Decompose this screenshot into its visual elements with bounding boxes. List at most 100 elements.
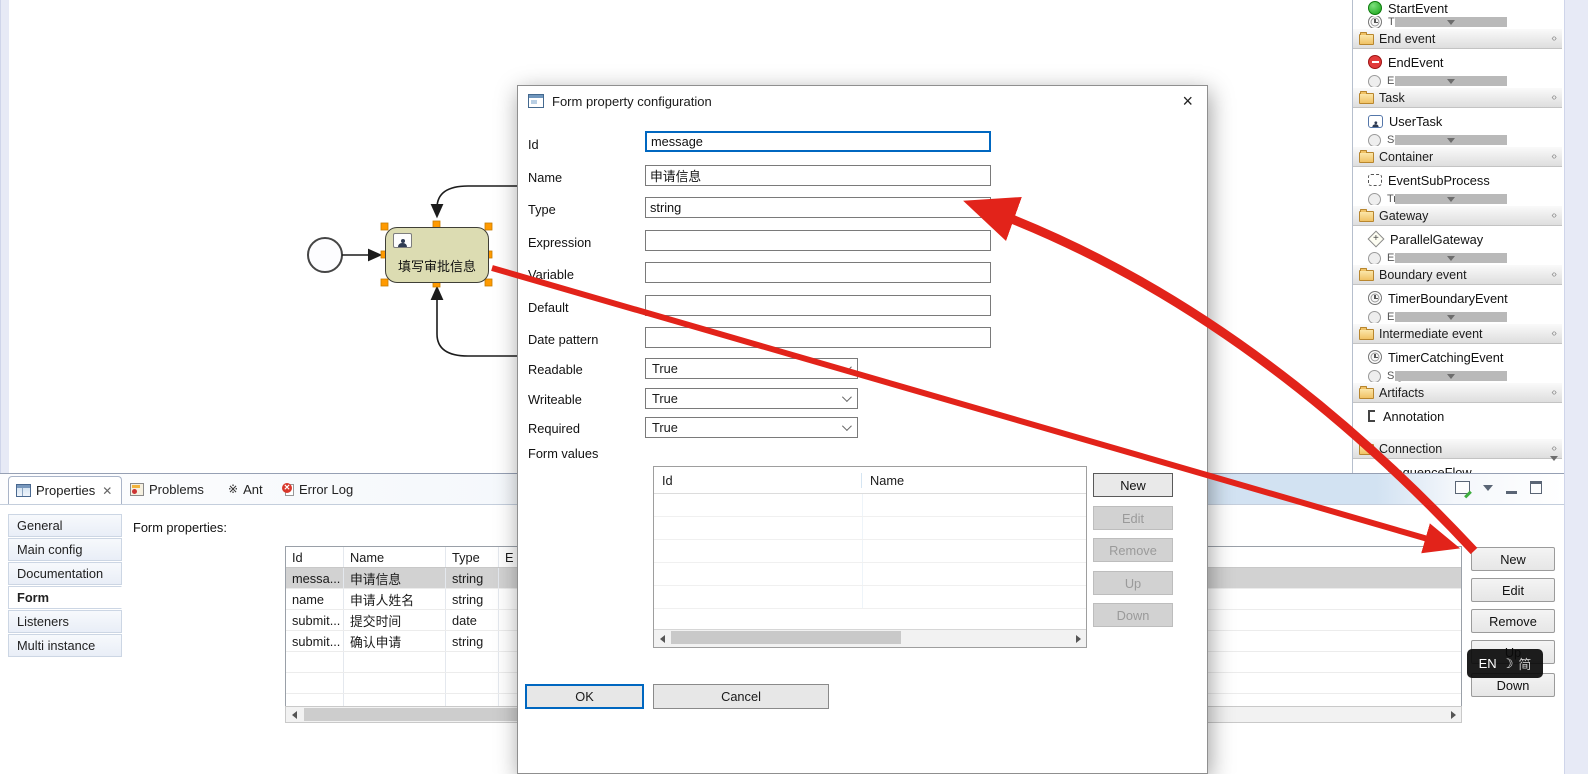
- view-menu-icon[interactable]: [1483, 485, 1493, 491]
- form-values-table[interactable]: Id Name: [653, 466, 1087, 648]
- scroll-right-icon[interactable]: [1445, 707, 1461, 722]
- palette-group-label: Artifacts: [1379, 386, 1424, 400]
- minimize-icon[interactable]: [1506, 488, 1517, 494]
- name-input[interactable]: [645, 165, 991, 186]
- tab-ant[interactable]: ※ Ant: [228, 476, 263, 502]
- pin-drawer-icon[interactable]: ‹›: [1551, 328, 1556, 339]
- end-event-icon: [1368, 55, 1382, 69]
- sidebar-item-documentation[interactable]: Documentation: [8, 562, 122, 585]
- values-edit-button[interactable]: Edit: [1093, 506, 1173, 530]
- sidebar-item-listeners[interactable]: Listeners: [8, 610, 122, 633]
- palette-item-startevent[interactable]: StartEvent: [1353, 0, 1562, 16]
- palette-item-annotation[interactable]: Annotation: [1353, 403, 1562, 429]
- table-row-empty[interactable]: [654, 540, 1086, 563]
- readable-select[interactable]: True: [645, 358, 858, 379]
- cancel-button[interactable]: Cancel: [653, 684, 829, 709]
- variable-input[interactable]: [645, 262, 991, 283]
- maximize-icon[interactable]: [1530, 481, 1542, 494]
- writeable-select[interactable]: True: [645, 388, 858, 409]
- scroll-right-icon[interactable]: [1070, 630, 1086, 647]
- table-row-empty[interactable]: [654, 517, 1086, 540]
- edit-button[interactable]: Edit: [1471, 578, 1555, 602]
- ime-language-badge[interactable]: EN ☽ 简: [1467, 649, 1543, 678]
- palette-item-timercatchingevent[interactable]: TimerCatchingEvent: [1353, 344, 1562, 370]
- palette-group-connection[interactable]: Connection ‹›: [1353, 438, 1562, 459]
- ok-button[interactable]: OK: [525, 684, 644, 709]
- pin-drawer-icon[interactable]: ‹›: [1551, 151, 1556, 162]
- palette-group-task[interactable]: Task ‹›: [1353, 87, 1562, 108]
- table-row-empty[interactable]: [654, 563, 1086, 586]
- required-select[interactable]: True: [645, 417, 858, 438]
- col-name[interactable]: Name: [862, 473, 1086, 488]
- values-new-button[interactable]: New: [1093, 473, 1173, 497]
- pin-drawer-icon[interactable]: ‹›: [1551, 387, 1556, 398]
- palette-item-label: TimerCatchingEvent: [1388, 350, 1503, 365]
- palette-item-partial-errorendevent[interactable]: Err: [1353, 75, 1562, 87]
- new-button[interactable]: New: [1471, 547, 1555, 571]
- palette-group-artifacts[interactable]: Artifacts ‹›: [1353, 382, 1562, 403]
- palette-item-timerboundaryevent[interactable]: TimerBoundaryEvent: [1353, 285, 1562, 311]
- palette-group-container[interactable]: Container ‹›: [1353, 146, 1562, 167]
- scroll-left-icon[interactable]: [286, 707, 302, 722]
- scroll-left-icon[interactable]: [654, 630, 670, 647]
- properties-table-icon: [16, 484, 31, 497]
- palette-item-sequenceflow[interactable]: → SequenceFlow: [1353, 459, 1562, 473]
- palette-item-partial-scripttask[interactable]: Scri: [1353, 134, 1562, 146]
- col-id[interactable]: Id: [286, 547, 344, 567]
- palette-item-partial-exclusivegateway[interactable]: Excl: [1353, 252, 1562, 264]
- tab-close-icon[interactable]: ✕: [102, 484, 112, 498]
- pin-drawer-icon[interactable]: ‹›: [1551, 33, 1556, 44]
- expression-input[interactable]: [645, 230, 991, 251]
- palette-group-end-event[interactable]: End event ‹›: [1353, 28, 1562, 49]
- pin-drawer-icon[interactable]: ‹›: [1551, 443, 1556, 454]
- palette-item-partial-transaction[interactable]: Tra: [1353, 193, 1562, 205]
- palette-item-parallelgateway[interactable]: + ParallelGateway: [1353, 226, 1562, 252]
- tab-problems[interactable]: Problems: [130, 476, 204, 502]
- chevron-down-icon: [842, 392, 852, 402]
- remove-button[interactable]: Remove: [1471, 609, 1555, 633]
- col-name[interactable]: Name: [344, 547, 446, 567]
- table-row-empty[interactable]: [654, 494, 1086, 517]
- palette-item-endevent[interactable]: EndEvent: [1353, 49, 1562, 75]
- pin-drawer-icon[interactable]: ‹›: [1551, 210, 1556, 221]
- pin-drawer-icon[interactable]: ‹›: [1551, 92, 1556, 103]
- pin-drawer-icon[interactable]: ‹›: [1551, 269, 1556, 280]
- sidebar-item-main-config[interactable]: Main config: [8, 538, 122, 561]
- tab-properties[interactable]: Properties ✕: [8, 476, 122, 504]
- dialog-close-icon[interactable]: ×: [1182, 90, 1193, 112]
- col-type[interactable]: Type: [446, 547, 499, 567]
- palette-scroll-down-arrow[interactable]: [1550, 456, 1558, 461]
- id-input[interactable]: [645, 131, 991, 152]
- palette-item-partial-timerstartevent[interactable]: Tim: [1353, 16, 1562, 28]
- dialog-title-bar[interactable]: Form property configuration: [518, 86, 1207, 116]
- palette-item-partial-errorboundaryevent[interactable]: Err: [1353, 311, 1562, 323]
- values-horizontal-scrollbar[interactable]: [654, 629, 1086, 647]
- table-row-empty[interactable]: [654, 586, 1086, 609]
- palette-item-eventsubprocess[interactable]: EventSubProcess: [1353, 167, 1562, 193]
- bpmn-palette[interactable]: StartEvent Tim End event ‹› EndEvent Err…: [1352, 0, 1562, 473]
- col-id[interactable]: Id: [654, 473, 862, 488]
- sidebar-item-multi-instance[interactable]: Multi instance: [8, 634, 122, 657]
- palette-item-partial-signalcatchingevent[interactable]: Sig: [1353, 370, 1562, 382]
- sidebar-item-general[interactable]: General: [8, 514, 122, 537]
- values-remove-button[interactable]: Remove: [1093, 538, 1173, 562]
- values-up-button[interactable]: Up: [1093, 571, 1173, 595]
- values-down-button[interactable]: Down: [1093, 603, 1173, 627]
- sidebar-item-form[interactable]: Form: [8, 586, 122, 609]
- palette-group-boundary-event[interactable]: Boundary event ‹›: [1353, 264, 1562, 285]
- scrollbar-thumb[interactable]: [671, 631, 901, 644]
- palette-item-usertask[interactable]: UserTask: [1353, 108, 1562, 134]
- user-task-node[interactable]: 填写审批信息: [385, 227, 489, 283]
- type-input[interactable]: [645, 197, 991, 218]
- default-input[interactable]: [645, 295, 991, 316]
- palette-group-intermediate-event[interactable]: Intermediate event ‹›: [1353, 323, 1562, 344]
- date-pattern-input[interactable]: [645, 327, 991, 348]
- palette-group-gateway[interactable]: Gateway ‹›: [1353, 205, 1562, 226]
- right-collapsed-panel-strip[interactable]: [1564, 0, 1588, 774]
- new-wizard-icon[interactable]: [1455, 481, 1470, 494]
- palette-group-label: Gateway: [1379, 209, 1428, 223]
- tab-error-log[interactable]: ✕ Error Log: [282, 476, 353, 502]
- palette-item-label: SequenceFlow: [1387, 465, 1472, 474]
- palette-overflow-indicator: [1395, 194, 1507, 204]
- ime-lang: EN: [1479, 656, 1497, 671]
